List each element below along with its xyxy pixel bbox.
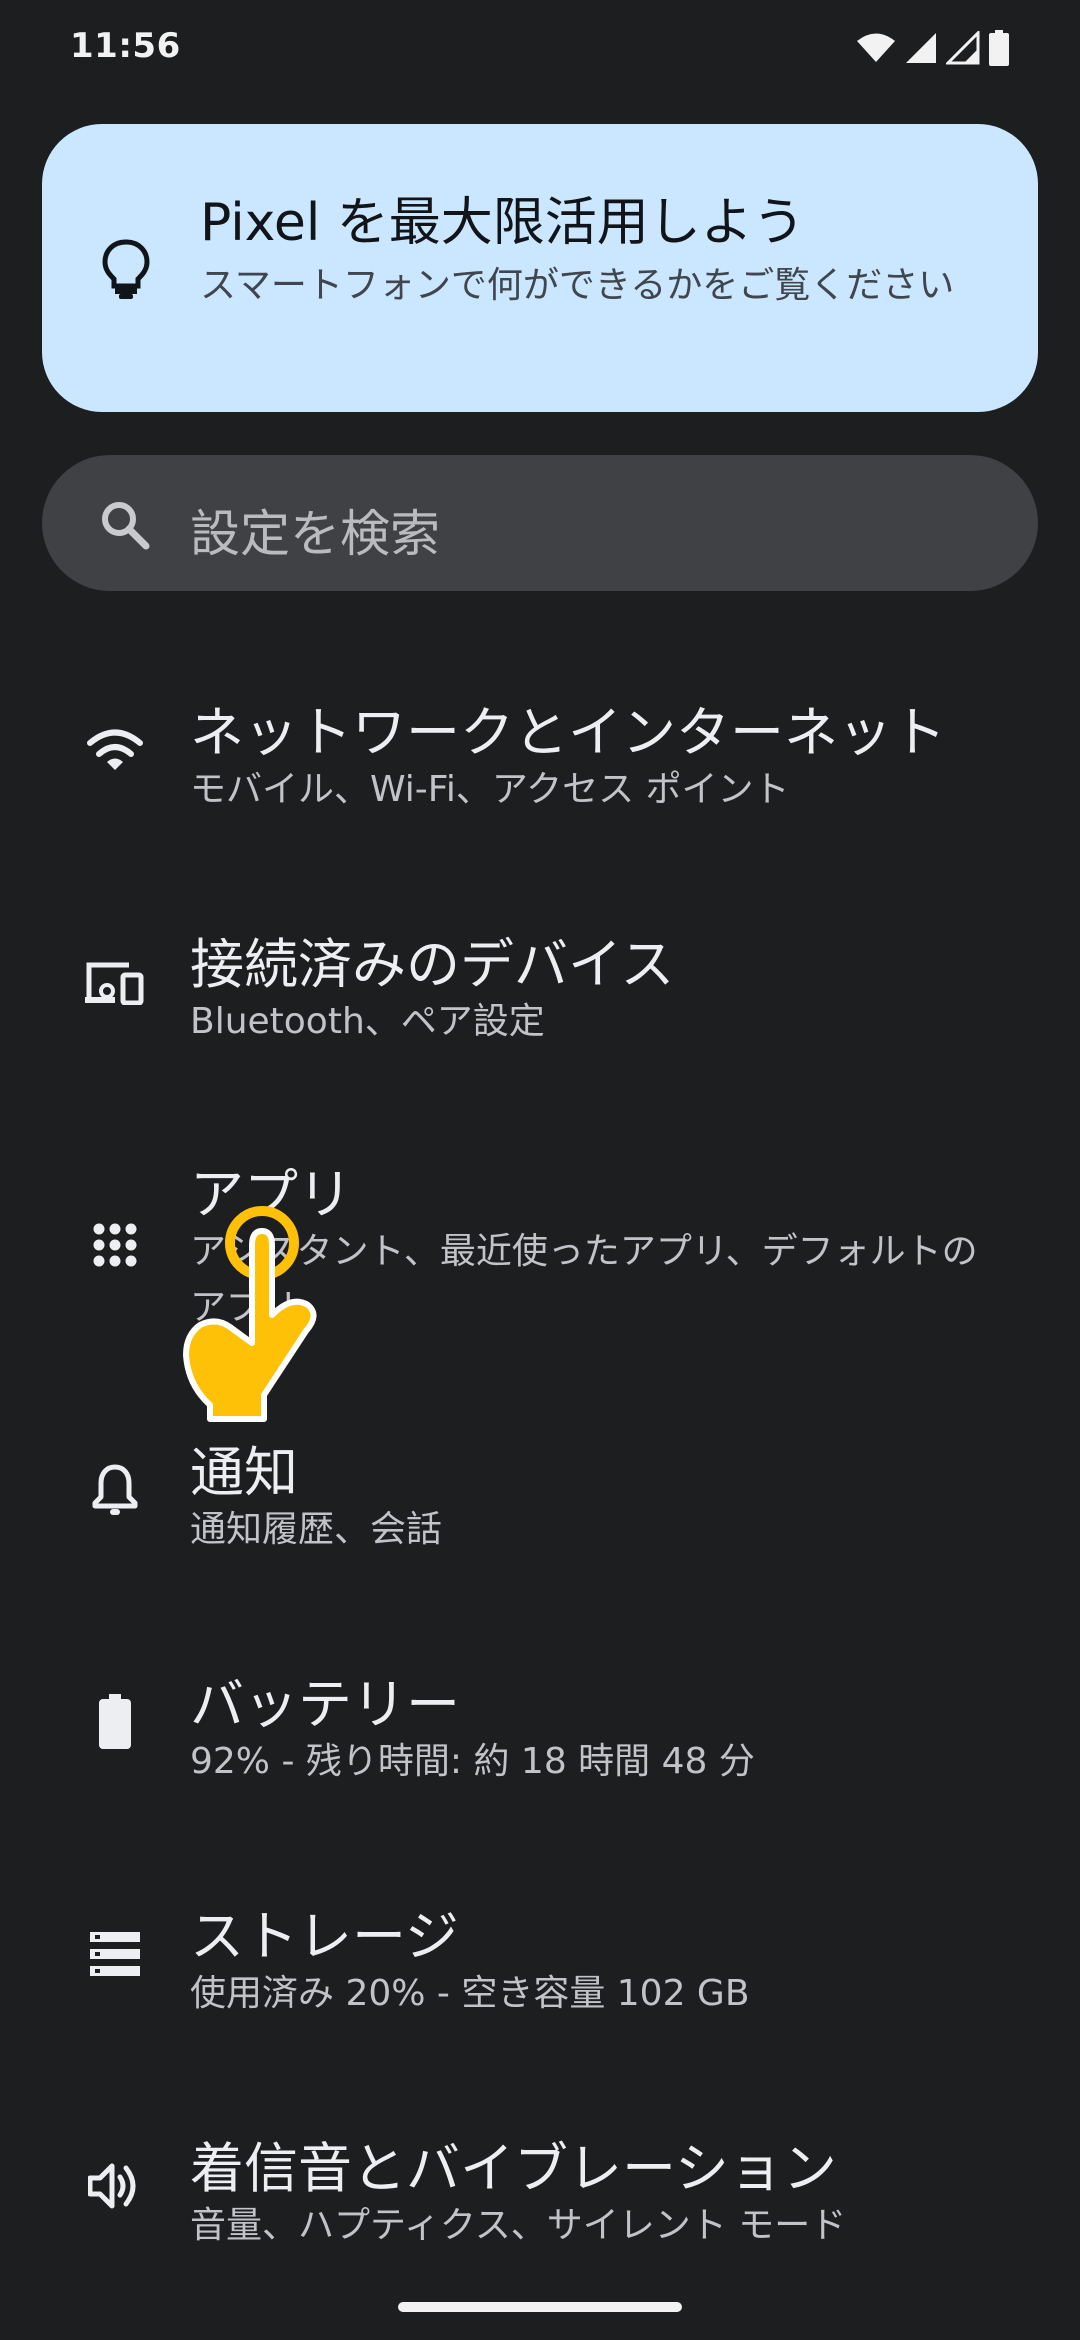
settings-item-subtitle: 通知履歴、会話 [190, 1509, 443, 1550]
signal-icon [946, 31, 980, 65]
settings-item-title: バッテリー [190, 1673, 460, 1736]
status-bar: 11:56 [0, 0, 1080, 100]
settings-item-title: ストレージ [190, 1905, 459, 1968]
search-input[interactable]: 設定を検索 [190, 494, 440, 566]
storage-icon [80, 1919, 150, 1989]
volume-icon [80, 2151, 150, 2221]
settings-item-subtitle: 音量、ハプティクス、サイレント モード [190, 2205, 847, 2246]
apps-grid-icon [80, 1210, 150, 1280]
bell-icon [80, 1455, 150, 1525]
settings-item-subtitle: アシスタント、最近使ったアプリ、デフォルトのアプリ [190, 1231, 978, 1328]
home-indicator[interactable] [398, 2302, 682, 2312]
settings-item-title: アプリ [190, 1163, 352, 1226]
settings-item-subtitle: 92% - 残り時間: 約 18 時間 48 分 [190, 1741, 755, 1782]
settings-item-network[interactable]: ネットワークとインターネット モバイル、Wi-Fi、アクセス ポイント [0, 660, 1080, 860]
promo-title: Pixel を最大限活用しよう [200, 193, 805, 253]
settings-item-subtitle: モバイル、Wi-Fi、アクセス ポイント [190, 769, 790, 810]
settings-item-subtitle: Bluetooth、ペア設定 [190, 1001, 545, 1042]
settings-item-title: 接続済みのデバイス [190, 933, 675, 996]
battery-icon [989, 30, 1009, 66]
wifi-icon [80, 715, 150, 785]
wifi-icon [857, 33, 895, 62]
settings-item-subtitle: 使用済み 20% - 空き容量 102 GB [190, 1973, 750, 2014]
settings-item-connected-devices[interactable]: 接続済みのデバイス Bluetooth、ペア設定 [0, 892, 1080, 1092]
search-icon [102, 502, 150, 550]
settings-item-title: 通知 [190, 1441, 298, 1504]
settings-item-title: ネットワークとインターネット [190, 701, 946, 764]
signal-icon [906, 33, 936, 63]
settings-item-battery[interactable]: バッテリー 92% - 残り時間: 約 18 時間 48 分 [0, 1632, 1080, 1832]
settings-item-sound[interactable]: 着信音とバイブレーション 音量、ハプティクス、サイレント モード [0, 2096, 1080, 2296]
settings-item-storage[interactable]: ストレージ 使用済み 20% - 空き容量 102 GB [0, 1864, 1080, 2064]
status-time: 11:56 [70, 26, 181, 66]
settings-screen: 11:56 Pixel を最大限活用しよう スマートフォンで何ができるかをご覧く… [0, 0, 1080, 2340]
settings-item-title: 着信音とバイブレーション [190, 2137, 837, 2200]
promo-subtitle: スマートフォンで何ができるかをご覧ください [200, 265, 955, 306]
lightbulb-icon [102, 239, 150, 299]
battery-icon [80, 1687, 150, 1757]
status-icons [856, 28, 1010, 68]
settings-item-apps[interactable]: アプリ アシスタント、最近使ったアプリ、デフォルトのアプリ [0, 1124, 1080, 1384]
settings-item-notifications[interactable]: 通知 通知履歴、会話 [0, 1400, 1080, 1600]
connected-devices-icon [80, 947, 150, 1017]
